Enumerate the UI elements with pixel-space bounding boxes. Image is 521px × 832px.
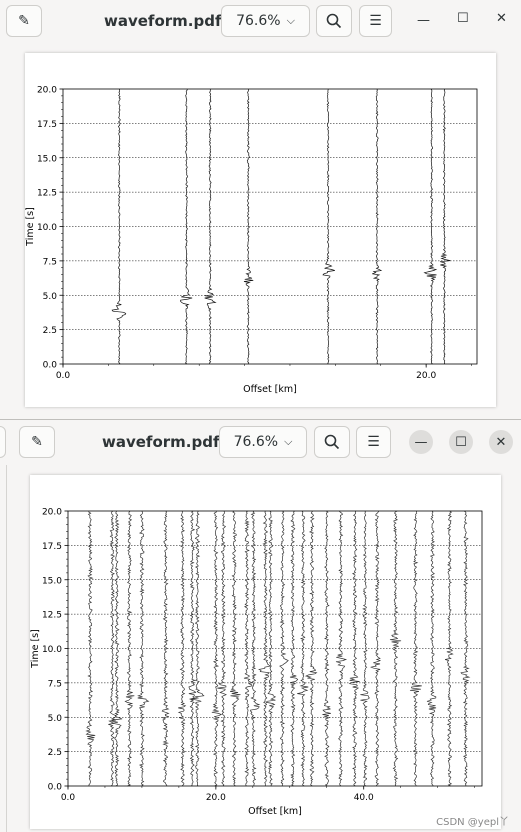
search-icon <box>326 13 342 29</box>
document-title: waveform.pdf <box>102 433 220 451</box>
waveform-trace <box>161 510 170 787</box>
x-tick-label: 0.0 <box>61 793 76 803</box>
y-tick-label: 5.0 <box>43 292 58 302</box>
y-tick-label: 15.0 <box>42 576 62 586</box>
document-title: waveform.pdf <box>104 12 222 30</box>
y-tick-label: 7.5 <box>43 257 57 267</box>
waveform-trace <box>85 510 96 787</box>
back-icon: ❮ <box>0 436 1 449</box>
y-tick-label: 2.5 <box>43 326 57 336</box>
y-tick-label: 20.0 <box>37 86 57 96</box>
zoom-dropdown[interactable]: 76.6% ⌵ <box>219 426 307 458</box>
x-tick-label: 0.0 <box>56 371 71 381</box>
waveform-trace <box>124 510 135 787</box>
close-button[interactable]: ✕ <box>496 11 507 26</box>
menu-button[interactable]: ☰ <box>359 5 392 37</box>
zoom-level: 76.6% <box>236 13 281 29</box>
chevron-down-icon: ⌵ <box>286 14 295 27</box>
waveform-chart-top: 0.0 2.5 5.0 7.5 10.0 12.5 15.0 17.5 20.0 0.0 20.0 O… <box>25 86 478 395</box>
waveform-trace <box>108 510 117 787</box>
waveform-trace <box>265 510 277 787</box>
hamburger-icon: ☰ <box>367 434 380 450</box>
search-button[interactable] <box>316 5 352 37</box>
y-axis-label: Time [s] <box>30 629 41 669</box>
hamburger-icon: ☰ <box>369 13 382 29</box>
search-button[interactable] <box>314 426 350 458</box>
pencil-icon: ✎ <box>31 434 43 450</box>
menu-button[interactable]: ☰ <box>356 426 391 458</box>
waveform-trace <box>297 510 309 787</box>
y-tick-label: 0.0 <box>43 361 58 371</box>
waveform-trace <box>243 88 254 365</box>
y-tick-label: 17.5 <box>42 542 62 552</box>
x-tick-label: 20.0 <box>206 793 226 803</box>
waveform-trace <box>229 510 241 787</box>
y-tick-label: 12.5 <box>42 611 62 621</box>
minimize-button[interactable]: — <box>409 430 433 454</box>
annotate-button[interactable]: ✎ <box>19 426 55 458</box>
waveform-trace <box>372 88 383 365</box>
annotate-button[interactable]: ✎ <box>6 5 42 37</box>
pdf-page: 0.0 2.5 5.0 7.5 10.0 12.5 15.0 17.5 20.0 0.0 20.0 4… <box>30 475 501 829</box>
y-tick-label: 5.0 <box>48 714 63 724</box>
y-tick-label: 2.5 <box>48 748 62 758</box>
zoom-dropdown[interactable]: 76.6% ⌵ <box>221 5 310 37</box>
search-icon <box>324 434 340 450</box>
maximize-button[interactable]: ☐ <box>449 430 473 454</box>
y-tick-label: 7.5 <box>48 679 62 689</box>
close-button[interactable]: ✕ <box>489 430 513 454</box>
y-tick-label: 10.0 <box>42 645 62 655</box>
waveform-chart-bottom: 0.0 2.5 5.0 7.5 10.0 12.5 15.0 17.5 20.0 0.0 20.0 4… <box>30 508 483 817</box>
header-bar: ✎ waveform.pdf 76.6% ⌵ ☰ — ☐ ✕ <box>0 0 521 42</box>
zoom-level: 76.6% <box>233 434 279 450</box>
minimize-button[interactable]: — <box>417 13 430 28</box>
y-axis-label: Time [s] <box>25 207 36 247</box>
y-tick-label: 17.5 <box>37 120 57 130</box>
x-axis-label: Offset [km] <box>243 384 297 395</box>
header-bar: ❮ ✎ waveform.pdf 76.6% ⌵ ☰ — ☐ ✕ <box>0 420 521 462</box>
partial-button[interactable]: ❮ <box>0 426 6 458</box>
y-tick-label: 20.0 <box>42 508 62 518</box>
sidebar-divider <box>6 465 7 832</box>
chevron-down-icon: ⌵ <box>284 435 293 448</box>
y-tick-label: 12.5 <box>37 189 57 199</box>
y-tick-label: 0.0 <box>48 783 63 793</box>
x-tick-label: 20.0 <box>416 371 436 381</box>
document-viewer-window-top: ✎ waveform.pdf 76.6% ⌵ ☰ — ☐ ✕ 0.0 2.5 5.0… <box>0 0 521 420</box>
document-viewer-window-bottom: ❮ ✎ waveform.pdf 76.6% ⌵ ☰ — ☐ ✕ 0.0 2.5 5… <box>0 419 521 832</box>
maximize-button[interactable]: ☐ <box>457 11 469 26</box>
pencil-icon: ✎ <box>18 13 30 29</box>
x-axis-label: Offset [km] <box>248 806 302 817</box>
watermark: CSDN @yepl丫 <box>436 817 509 828</box>
y-tick-label: 15.0 <box>37 154 57 164</box>
y-tick-label: 10.0 <box>37 223 57 233</box>
x-tick-label: 40.0 <box>354 793 374 803</box>
pdf-page: 0.0 2.5 5.0 7.5 10.0 12.5 15.0 17.5 20.0 0.0 20.0 O… <box>25 53 496 407</box>
